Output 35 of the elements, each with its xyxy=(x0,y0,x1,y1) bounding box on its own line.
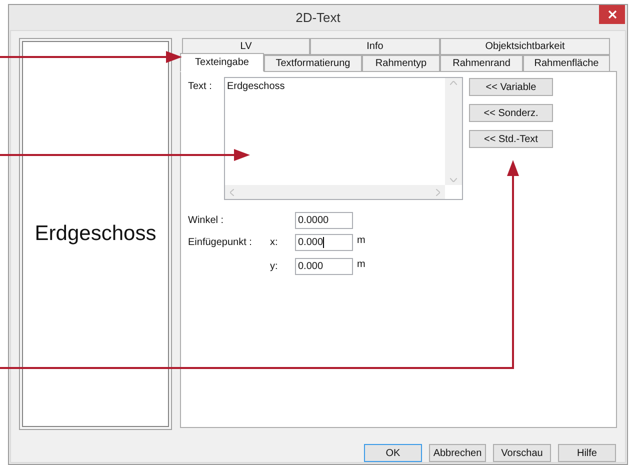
angle-input[interactable]: 0.0000 xyxy=(295,212,353,229)
tab[interactable]: Textformatierung xyxy=(264,55,362,72)
scroll-left-icon xyxy=(230,188,234,196)
scroll-up-icon xyxy=(450,81,457,85)
dialog-button[interactable]: << Sonderz. xyxy=(469,104,553,122)
dialog-button[interactable]: OK xyxy=(364,444,422,462)
close-button[interactable] xyxy=(599,5,625,24)
dialog-button[interactable]: << Variable xyxy=(469,78,553,96)
tab[interactable]: LV xyxy=(182,38,310,55)
unit-label: m xyxy=(357,234,366,248)
x-input[interactable]: 0.000 xyxy=(295,234,353,251)
scroll-down-icon xyxy=(450,178,457,182)
tab[interactable]: Objektsichtbarkeit xyxy=(440,38,610,55)
close-icon xyxy=(608,10,616,19)
scroll-right-icon xyxy=(436,188,440,196)
tab[interactable]: Info xyxy=(310,38,440,55)
preview-text: Erdgeschoss xyxy=(34,221,156,248)
tab[interactable]: Texteingabe xyxy=(180,53,264,72)
field-label: Winkel : xyxy=(188,214,225,228)
field-label: y: xyxy=(270,260,279,274)
unit-label: m xyxy=(357,258,366,272)
tab[interactable]: Rahmenrand xyxy=(440,55,523,72)
text-area[interactable]: Erdgeschoss xyxy=(224,77,463,200)
dialog-button[interactable]: Vorschau xyxy=(493,444,551,462)
tab[interactable]: Rahmentyp xyxy=(362,55,440,72)
field-label: x: xyxy=(270,236,279,250)
dialog-button[interactable]: Abbrechen xyxy=(429,444,486,462)
y-input[interactable]: 0.000 xyxy=(295,258,353,275)
field-label: Text : xyxy=(188,80,213,94)
dialog-button[interactable]: << Std.-Text xyxy=(469,130,553,148)
window-title: 2D-Text xyxy=(296,8,340,27)
tab[interactable]: Rahmenfläche xyxy=(523,55,610,72)
text-area-value: Erdgeschoss xyxy=(226,80,286,94)
dialog-button[interactable]: Hilfe xyxy=(558,444,616,462)
field-label: Einfügepunkt : xyxy=(188,236,253,250)
